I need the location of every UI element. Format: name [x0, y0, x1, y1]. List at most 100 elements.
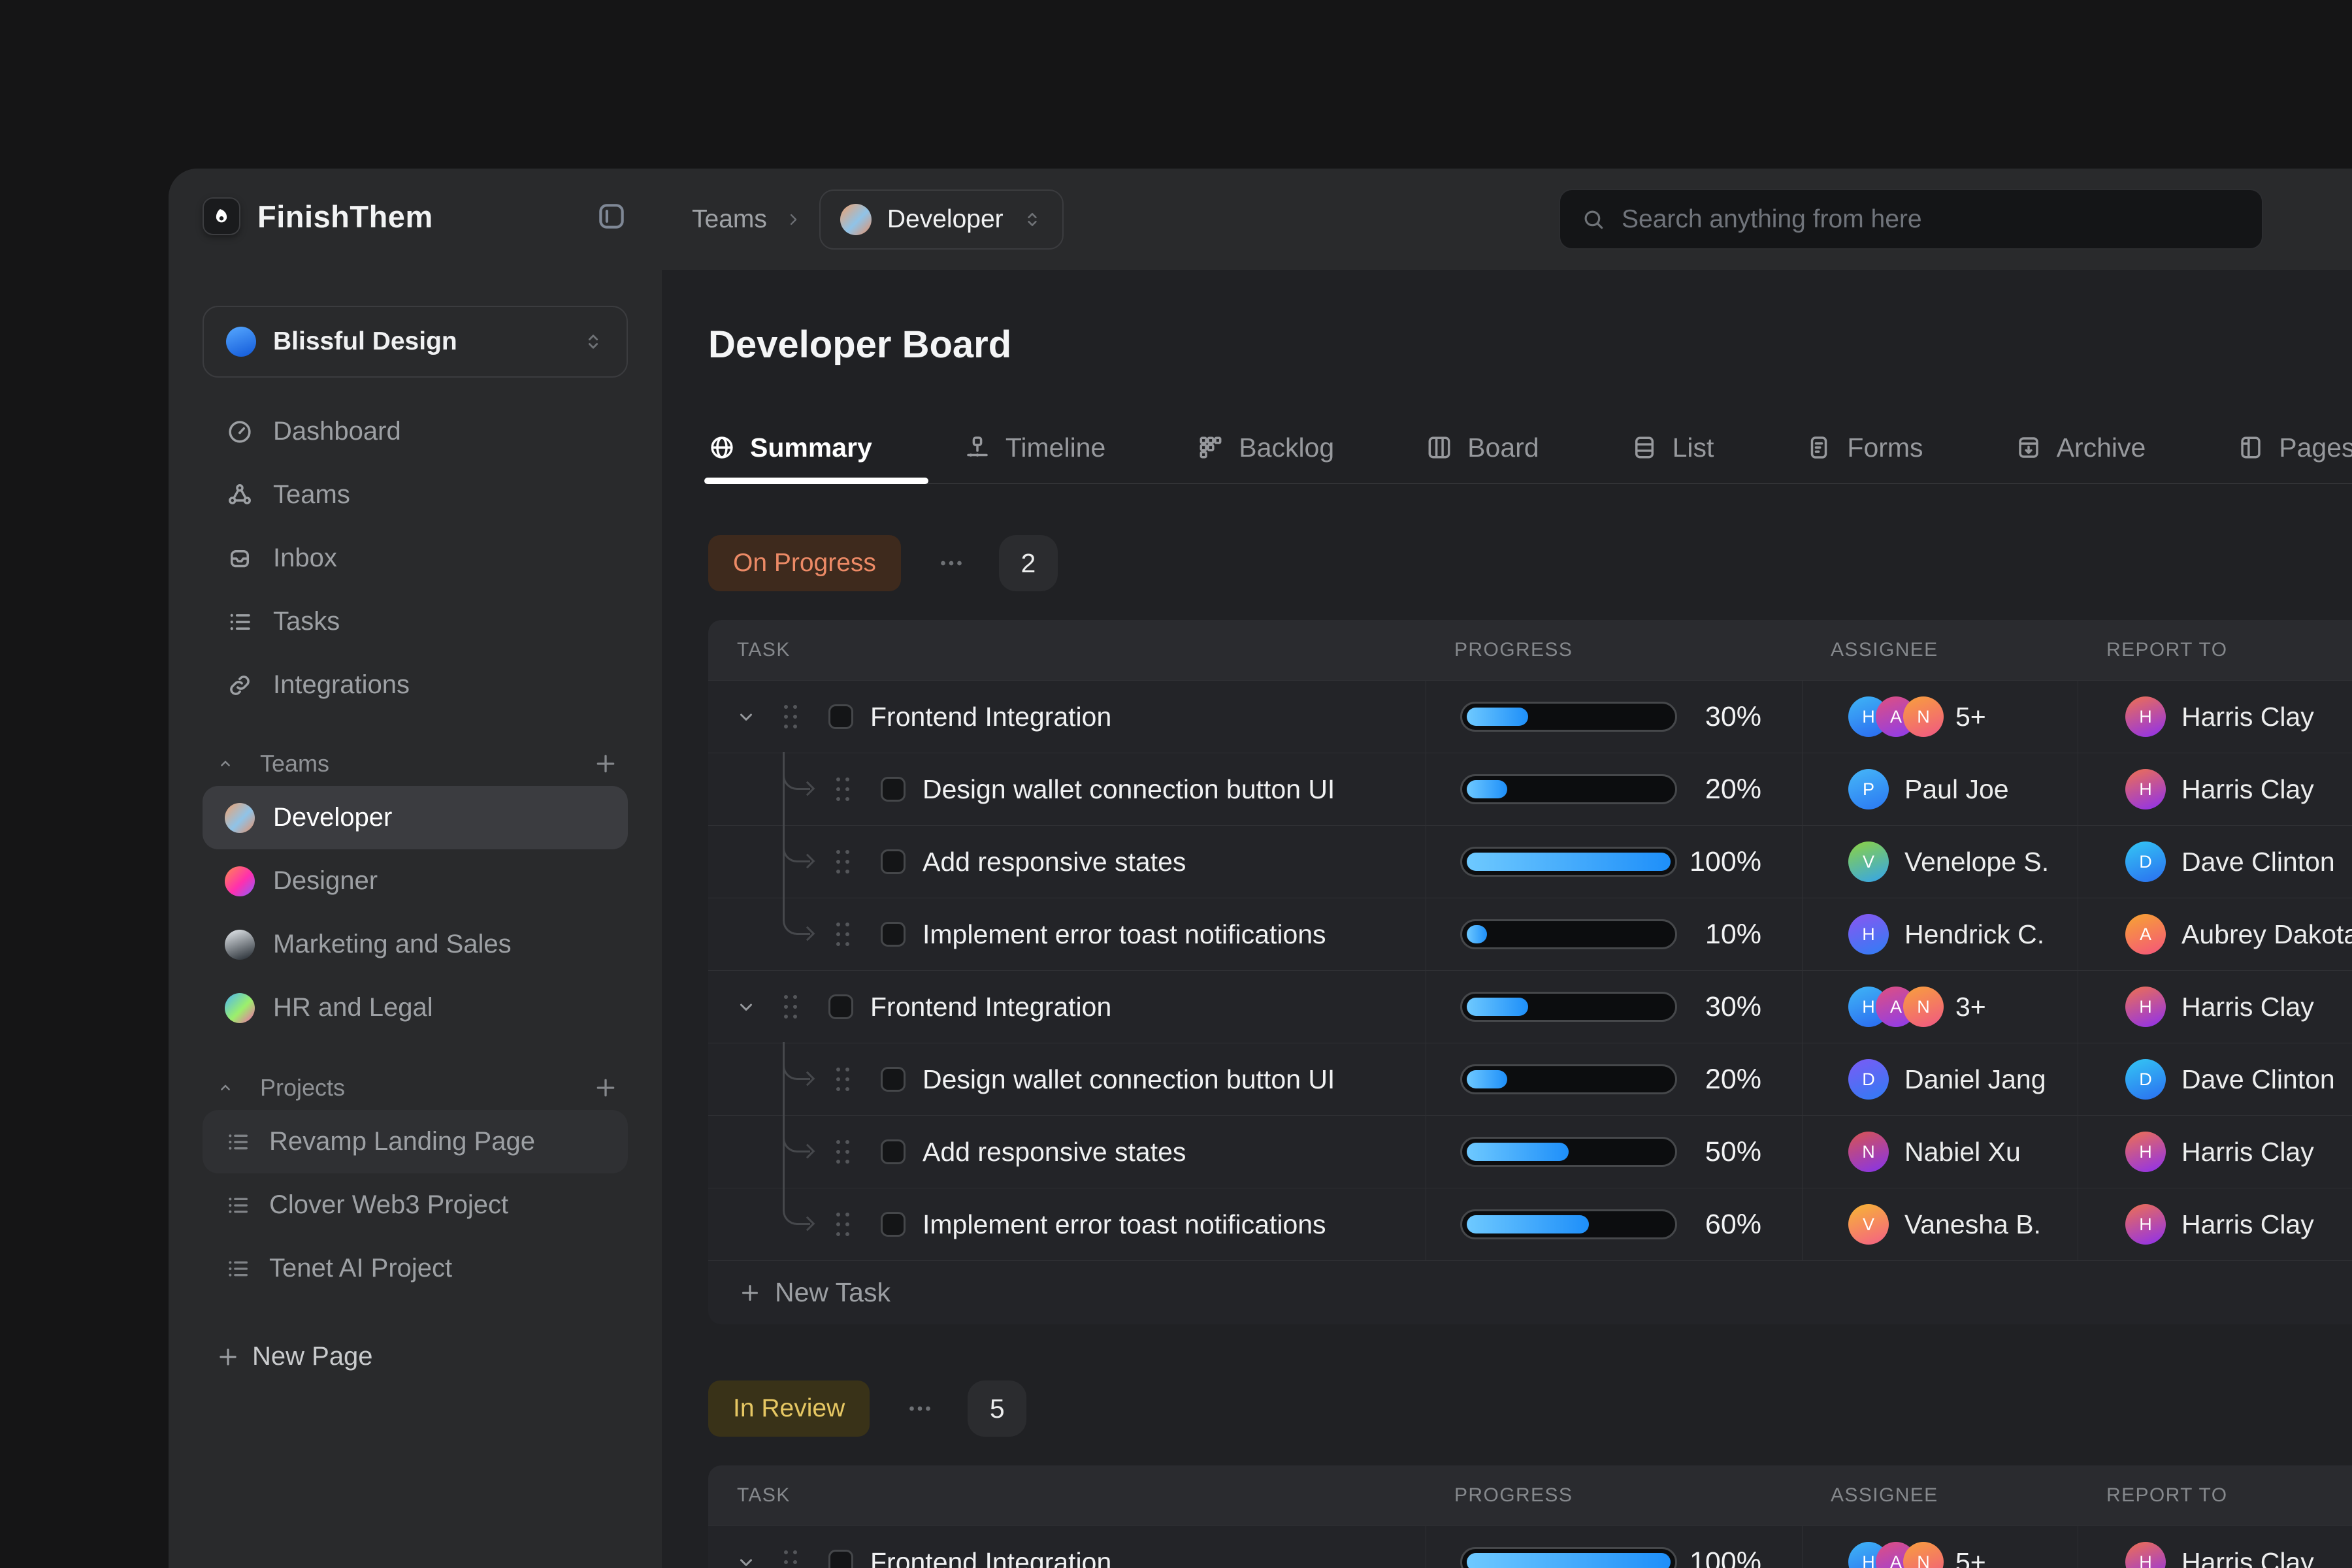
- add-teams-icon[interactable]: [593, 751, 619, 777]
- breadcrumb-root[interactable]: Teams: [692, 205, 767, 234]
- tab-timeline[interactable]: Timeline: [964, 412, 1105, 483]
- task-checkbox[interactable]: [881, 922, 906, 947]
- task-cell: Frontend Integration: [708, 681, 1426, 753]
- progress-cell: 100%: [1426, 826, 1802, 898]
- add-projects-icon[interactable]: [593, 1075, 619, 1101]
- sidebar-item-marketing-and-sales[interactable]: Marketing and Sales: [203, 913, 628, 976]
- task-checkbox[interactable]: [828, 1550, 853, 1568]
- drag-handle-icon[interactable]: [836, 850, 849, 874]
- sidebar-collapse-icon[interactable]: [595, 199, 628, 234]
- section-title: Teams: [260, 750, 329, 777]
- search-input[interactable]: [1622, 205, 2241, 234]
- tab-backlog[interactable]: Backlog: [1197, 412, 1334, 483]
- subtask-row[interactable]: Implement error toast notifications10%HH…: [708, 898, 2352, 970]
- subtask-row[interactable]: Implement error toast notifications60%VV…: [708, 1188, 2352, 1260]
- search-icon: [1581, 207, 1606, 232]
- progress-bar-fill: [1467, 1143, 1569, 1161]
- drag-handle-icon[interactable]: [836, 1213, 849, 1236]
- tab-forms[interactable]: Forms: [1805, 412, 1923, 483]
- task-row[interactable]: Frontend Integration30%HAN5+HHarris Clay: [708, 680, 2352, 753]
- tab-board[interactable]: Board: [1426, 412, 1539, 483]
- column-header: ASSIGNEE: [1802, 1484, 2078, 1507]
- task-name: Implement error toast notifications: [923, 919, 1326, 950]
- sidebar-item-tasks[interactable]: Tasks: [203, 590, 628, 653]
- report-to-cell: DDave Clinton: [2078, 826, 2352, 898]
- assignee-avatar: P: [1848, 769, 1889, 809]
- assignee-avatars: N: [1848, 1132, 1889, 1172]
- tab-label: Board: [1467, 433, 1539, 463]
- new-page-button[interactable]: New Page: [203, 1342, 628, 1371]
- drag-handle-icon[interactable]: [836, 777, 849, 801]
- task-checkbox[interactable]: [881, 849, 906, 874]
- task-checkbox[interactable]: [881, 1139, 906, 1164]
- report-to-cell: HHarris Clay: [2078, 753, 2352, 825]
- progress-cell: 30%: [1426, 971, 1802, 1043]
- chevron-up-icon[interactable]: [216, 1078, 235, 1098]
- tab-archive[interactable]: Archive: [2015, 412, 2146, 483]
- task-checkbox[interactable]: [881, 1212, 906, 1237]
- progress-bar: [1460, 1547, 1677, 1568]
- logo-row: FinishThem: [203, 196, 628, 237]
- tab-list[interactable]: List: [1631, 412, 1714, 483]
- task-cell: Frontend Integration: [708, 971, 1426, 1043]
- more-options-icon[interactable]: [930, 550, 973, 576]
- section-title: Projects: [260, 1074, 345, 1102]
- task-checkbox[interactable]: [881, 777, 906, 802]
- status-badge[interactable]: On Progress: [708, 535, 901, 591]
- progress-bar-fill: [1467, 708, 1528, 726]
- tab-label: Pages: [2279, 433, 2352, 463]
- sidebar-item-clover-web3-project[interactable]: Clover Web3 Project: [203, 1173, 628, 1237]
- sidebar-item-teams[interactable]: Teams: [203, 463, 628, 527]
- chevron-up-icon[interactable]: [216, 754, 235, 774]
- group-status-row: On Progress2: [708, 535, 2352, 591]
- team-avatar: [225, 866, 255, 896]
- tab-summary[interactable]: Summary: [708, 412, 872, 483]
- row-expand-icon[interactable]: [734, 1550, 758, 1568]
- task-checkbox[interactable]: [828, 994, 853, 1019]
- progress-bar-fill: [1467, 780, 1507, 798]
- subtask-row[interactable]: Design wallet connection button UI20%PPa…: [708, 753, 2352, 825]
- row-expand-icon[interactable]: [734, 705, 758, 728]
- subtask-row[interactable]: Add responsive states100%VVenelope S.DDa…: [708, 825, 2352, 898]
- sidebar-item-hr-and-legal[interactable]: HR and Legal: [203, 976, 628, 1039]
- sidebar-item-integrations[interactable]: Integrations: [203, 653, 628, 717]
- progress-cell: 50%: [1426, 1116, 1802, 1188]
- sidebar-item-developer[interactable]: Developer: [203, 786, 628, 849]
- drag-handle-icon[interactable]: [784, 995, 797, 1019]
- task-row[interactable]: Frontend Integration100%HAN5+HHarris Cla…: [708, 1526, 2352, 1568]
- sidebar-item-revamp-landing-page[interactable]: Revamp Landing Page: [203, 1110, 628, 1173]
- drag-handle-icon[interactable]: [784, 1550, 797, 1568]
- sidebar-item-tenet-ai-project[interactable]: Tenet AI Project: [203, 1237, 628, 1300]
- tab-pages[interactable]: Pages: [2237, 412, 2352, 483]
- task-checkbox[interactable]: [881, 1067, 906, 1092]
- drag-handle-icon[interactable]: [836, 923, 849, 946]
- assignee-overflow-count: 5+: [1955, 702, 1986, 732]
- status-badge[interactable]: In Review: [708, 1380, 870, 1437]
- more-options-icon[interactable]: [898, 1396, 941, 1422]
- new-task-button[interactable]: New Task: [708, 1260, 2352, 1324]
- column-header: TASK: [708, 639, 1426, 661]
- subtask-row[interactable]: Add responsive states50%NNabiel XuHHarri…: [708, 1115, 2352, 1188]
- subtask-row[interactable]: Design wallet connection button UI20%DDa…: [708, 1043, 2352, 1115]
- tab-label: List: [1673, 433, 1714, 463]
- sidebar-item-inbox[interactable]: Inbox: [203, 527, 628, 590]
- task-cell: Design wallet connection button UI: [708, 1043, 1426, 1115]
- task-checkbox[interactable]: [828, 704, 853, 729]
- workspace-name: Blissful Design: [273, 327, 457, 356]
- task-row[interactable]: Frontend Integration30%HAN3+HHarris Clay: [708, 970, 2352, 1043]
- sidebar-sections: Teams DeveloperDesignerMarketing and Sale…: [203, 747, 628, 1300]
- sidebar-item-designer[interactable]: Designer: [203, 849, 628, 913]
- workspace-selector[interactable]: Blissful Design: [203, 306, 628, 378]
- team-avatar: [225, 930, 255, 960]
- subtask-elbow-connector: [783, 1187, 810, 1225]
- task-cell: Implement error toast notifications: [708, 1188, 1426, 1260]
- breadcrumb-team-selector[interactable]: Developer: [819, 189, 1064, 250]
- section-items: Revamp Landing PageClover Web3 ProjectTe…: [203, 1110, 628, 1300]
- assignee-cell: PPaul Joe: [1802, 753, 2078, 825]
- drag-handle-icon[interactable]: [784, 705, 797, 728]
- report-to-name: Harris Clay: [2181, 774, 2314, 805]
- row-expand-icon[interactable]: [734, 995, 758, 1019]
- sidebar-item-dashboard[interactable]: Dashboard: [203, 400, 628, 463]
- drag-handle-icon[interactable]: [836, 1068, 849, 1091]
- drag-handle-icon[interactable]: [836, 1140, 849, 1164]
